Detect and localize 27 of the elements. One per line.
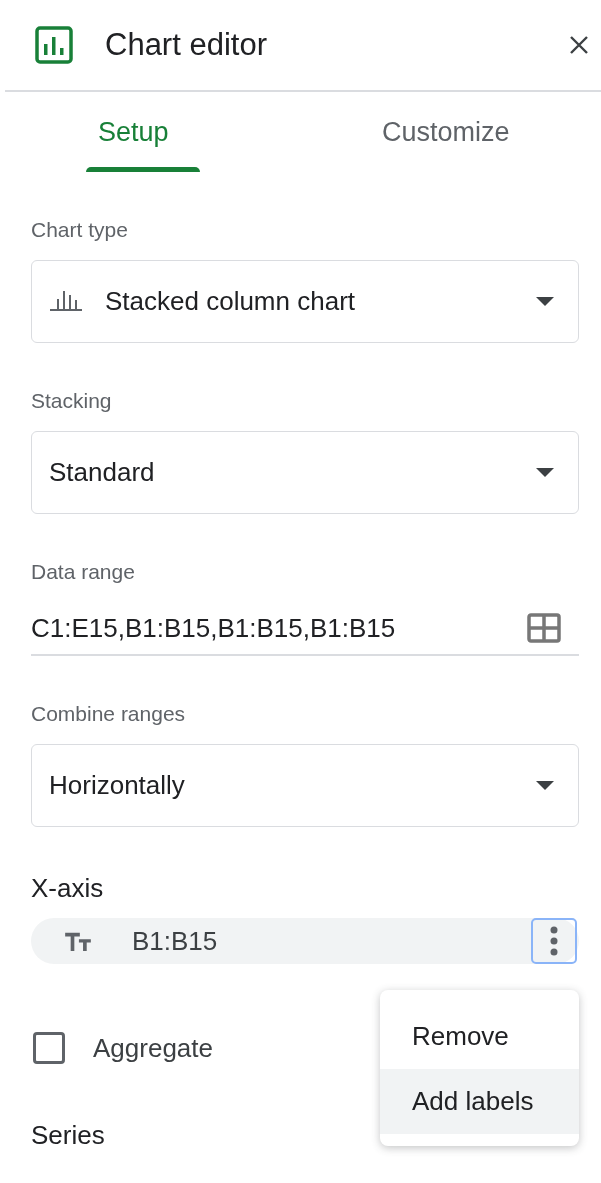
dropdown[interactable]: Stacked column chart <box>31 260 579 343</box>
chart-icon <box>35 26 73 64</box>
panel-title: Chart editor <box>105 27 268 63</box>
field-label: Combine ranges <box>31 702 187 726</box>
close-icon[interactable] <box>569 35 589 55</box>
axis-chip[interactable]: B1:B15 <box>31 918 579 964</box>
caret-icon <box>536 468 554 477</box>
vertical-dots-icon <box>550 926 558 956</box>
dropdown[interactable]: Horizontally <box>31 744 579 827</box>
section-heading: X-axis <box>31 873 105 904</box>
menu-item[interactable]: Add labels <box>380 1069 579 1134</box>
more-button[interactable] <box>531 918 577 964</box>
checkbox[interactable] <box>33 1032 65 1064</box>
menu-item[interactable]: Remove <box>380 1004 579 1069</box>
caret-icon <box>536 297 554 306</box>
field-label: Chart type <box>31 218 129 242</box>
field-label: Stacking <box>31 389 113 413</box>
checkbox-label: Aggregate <box>93 1032 213 1064</box>
field-label: Data range <box>31 560 136 584</box>
grid-icon[interactable] <box>527 613 561 643</box>
dropdown[interactable]: Standard <box>31 431 579 514</box>
tab[interactable]: Setup <box>20 92 312 172</box>
text-type-icon <box>64 930 92 952</box>
tab[interactable]: Customize <box>372 92 572 172</box>
caret-icon <box>536 781 554 790</box>
section-heading: Series <box>31 1120 106 1151</box>
range-value[interactable]: C1:E15,B1:B15,B1:B15,B1:B15 <box>31 612 527 644</box>
